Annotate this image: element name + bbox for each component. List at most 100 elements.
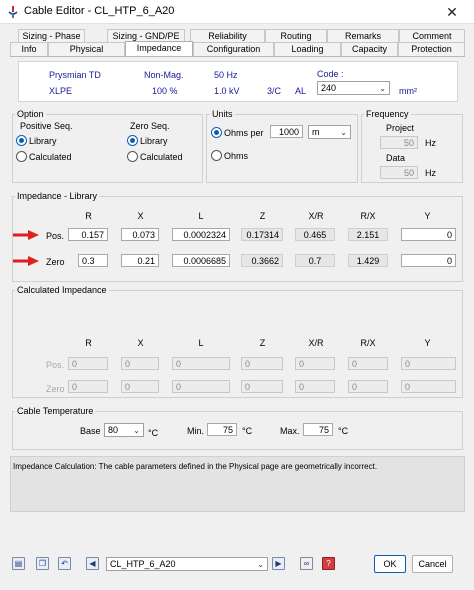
project-frequency-label: Project [386,123,415,133]
col-header-rx: R/X [360,211,376,221]
ohms-radio[interactable] [211,150,222,161]
tab-remarks[interactable]: Remarks [327,29,399,43]
calculated-impedance-title: Calculated Impedance [15,285,109,295]
calc-zero-rx: 0 [348,380,388,393]
units-group-title: Units [210,109,235,119]
pos-arrow-icon [13,230,39,240]
lib-zero-l[interactable]: 0.0006685 [172,254,230,267]
ok-button[interactable]: OK [374,555,406,573]
calc-zero-l: 0 [172,380,230,393]
positive-library-radio[interactable] [16,135,27,146]
base-temp-select[interactable]: 80 ⌄ [104,423,144,437]
calc-pos-z: 0 [241,357,283,370]
col-header-xr: X/R [308,211,324,221]
find-binoculars-icon[interactable]: ∞ [300,557,313,570]
ohms-per-radio[interactable] [211,127,222,138]
tab-comment[interactable]: Comment [399,29,465,43]
length-input[interactable]: 1000 [270,125,303,138]
next-icon[interactable]: ▶ [272,557,285,570]
lib-zero-r[interactable]: 0.3 [78,254,108,267]
chevron-down-icon: ⌄ [133,426,140,435]
positive-calculated-radio[interactable] [16,151,27,162]
tab-configuration[interactable]: Configuration [193,42,274,56]
lib-pos-l[interactable]: 0.0002324 [172,228,230,241]
cable-temperature-title: Cable Temperature [15,406,96,416]
previous-icon[interactable]: ◀ [86,557,99,570]
tab-protection[interactable]: Protection [398,42,465,56]
tab-capacity[interactable]: Capacity [341,42,398,56]
lib-pos-y[interactable]: 0 [401,228,456,241]
tab-routing[interactable]: Routing [265,29,327,43]
chevron-down-icon: ⌄ [340,128,347,137]
tab-impedance[interactable]: Impedance [125,41,193,56]
code-select[interactable]: 240 ⌄ [317,81,390,95]
cable-id-value: CL_HTP_6_A20 [110,559,176,569]
conductors-label: 3/C [267,86,282,96]
tab-physical[interactable]: Physical [48,42,125,56]
col-header-x: X [137,211,144,221]
lib-pos-r[interactable]: 0.157 [68,228,108,241]
calc-col-header-rx: R/X [360,338,376,348]
calc-zero-z: 0 [241,380,283,393]
cable-app-icon [8,6,18,18]
zero-seq-label: Zero Seq. [130,121,170,131]
code-label: Code : [317,69,344,79]
zero-library-radio[interactable] [127,135,138,146]
calc-pos-l: 0 [172,357,230,370]
project-frequency-input[interactable]: 50 [380,136,418,149]
max-temp-input[interactable]: 75 [303,423,333,436]
ohms-label: Ohms [224,151,249,161]
calc-pos-row-label: Pos. [46,360,65,370]
min-temp-input[interactable]: 75 [207,423,237,436]
chevron-down-icon: ⌄ [379,84,386,93]
lib-zero-x[interactable]: 0.21 [121,254,159,267]
option-group-title: Option [15,109,46,119]
lib-pos-x[interactable]: 0.073 [121,228,159,241]
impedance-library-title: Impedance - Library [15,191,100,201]
positive-calculated-label: Calculated [29,152,72,162]
zero-calculated-radio[interactable] [127,151,138,162]
cable-id-select[interactable]: CL_HTP_6_A20 ⌄ [106,557,268,571]
lib-zero-z: 0.3662 [241,254,283,267]
col-header-r: R [85,211,92,221]
frequency-info-label: 50 Hz [214,70,238,80]
lib-zero-y[interactable]: 0 [401,254,456,267]
calc-zero-y: 0 [401,380,456,393]
save-library-icon[interactable]: ▤ [12,557,25,570]
base-temp-label: Base [80,426,101,436]
calc-zero-r: 0 [68,380,108,393]
voltage-label: 1.0 kV [214,86,240,96]
lib-zero-rx: 1.429 [348,254,388,267]
lib-pos-rx: 2.151 [348,228,388,241]
data-frequency-input[interactable]: 50 [380,166,418,179]
calc-pos-xr: 0 [295,357,335,370]
pos-row-label: Pos. [46,231,65,241]
tab-reliability[interactable]: Reliability [190,29,265,43]
calc-col-header-r: R [85,338,92,348]
length-unit-select[interactable]: m ⌄ [308,125,351,139]
calc-pos-rx: 0 [348,357,388,370]
data-hz-label: Hz [425,168,436,178]
chevron-down-icon: ⌄ [257,560,264,569]
message-area: Impedance Calculation: The cable paramet… [10,456,465,512]
window-title: Cable Editor - CL_HTP_6_A20 [24,5,175,17]
col-header-z: Z [259,211,266,221]
magnetic-label: Non-Mag. [144,70,184,80]
undo-icon[interactable]: ↶ [58,557,71,570]
tab-info[interactable]: Info [10,42,48,56]
close-icon[interactable]: ✕ [444,4,460,20]
cancel-button[interactable]: Cancel [412,555,453,573]
code-select-value: 240 [321,83,337,93]
length-unit-value: m [312,127,320,137]
impedance-calculation-message: Impedance Calculation: The cable paramet… [13,462,378,471]
material-label: AL [295,86,307,96]
manufacturer-label: Prysmian TD [49,70,101,80]
tab-sizing-phase[interactable]: Sizing - Phase [18,29,85,43]
copy-icon[interactable]: ❐ [36,557,49,570]
col-header-y: Y [424,211,431,221]
project-hz-label: Hz [425,138,436,148]
zero-calculated-label: Calculated [140,152,183,162]
col-header-l: L [198,211,204,221]
help-icon[interactable]: ? [322,557,335,570]
tab-loading[interactable]: Loading [274,42,341,56]
